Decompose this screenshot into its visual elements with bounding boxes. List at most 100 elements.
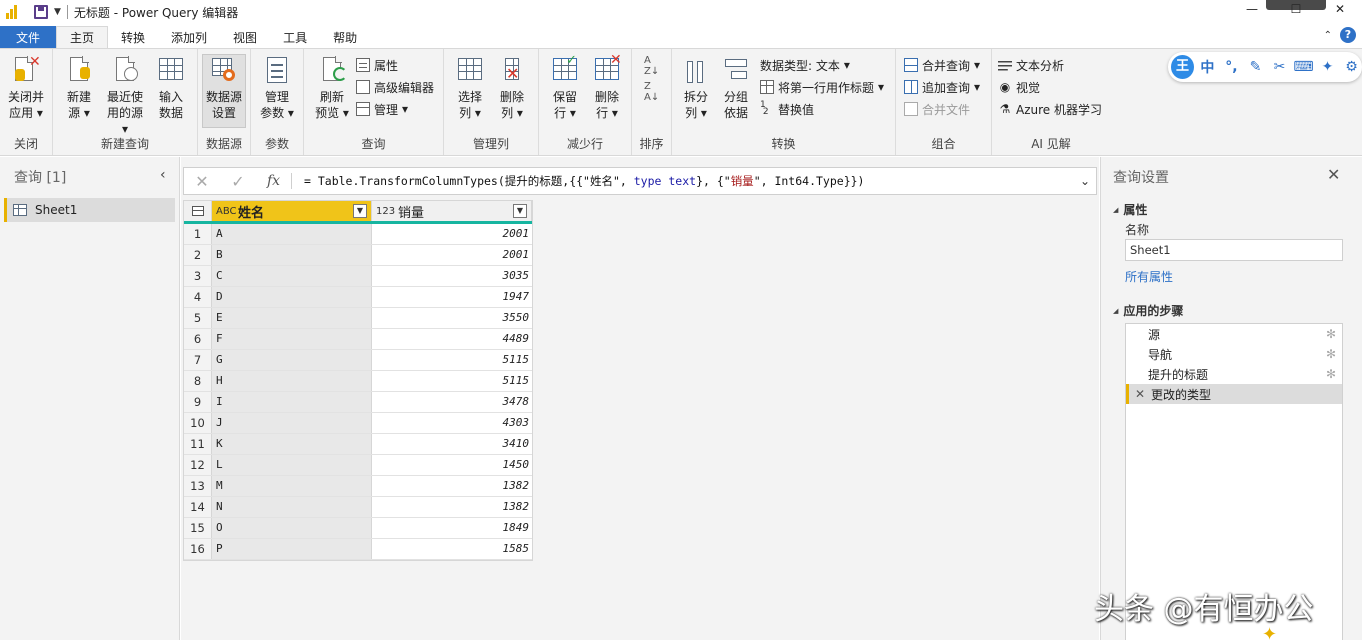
vision-button[interactable]: ◉ 视觉 — [998, 77, 1040, 97]
ime-skin-icon[interactable]: ✦ — [1317, 59, 1338, 75]
confirm-formula-icon[interactable]: ✓ — [220, 172, 256, 191]
refresh-preview-button[interactable]: 刷新 预览 ▾ — [310, 55, 354, 121]
type-text-icon[interactable]: ABC — [216, 206, 237, 217]
recent-sources-button[interactable]: 最近使 用的源 ▾ — [103, 55, 147, 137]
cell-name[interactable]: O — [212, 518, 372, 538]
enter-data-button[interactable]: 输入 数据 — [149, 55, 193, 121]
cell-sales[interactable]: 1450 — [372, 455, 532, 475]
cell-sales[interactable]: 4303 — [372, 413, 532, 433]
ime-settings-icon[interactable]: ⚙ — [1341, 59, 1362, 75]
combine-files-button[interactable]: 合并文件 — [904, 99, 970, 119]
table-menu-button[interactable] — [184, 201, 212, 221]
table-row[interactable]: 9 I 3478 — [184, 392, 532, 413]
tab-home[interactable]: 主页 — [56, 26, 109, 48]
replace-values-button[interactable]: 1 2 替换值 — [760, 99, 814, 119]
split-column-button[interactable]: 拆分 列 ▾ — [674, 55, 718, 121]
table-row[interactable]: 5 E 3550 — [184, 308, 532, 329]
cell-name[interactable]: F — [212, 329, 372, 349]
maximize-icon[interactable]: ☐ — [1286, 2, 1306, 20]
step-settings-icon[interactable]: ✻ — [1326, 367, 1336, 381]
ime-keyboard-icon[interactable]: ⌨ — [1293, 59, 1314, 75]
table-row[interactable]: 1 A 2001 — [184, 224, 532, 245]
cell-sales[interactable]: 5115 — [372, 371, 532, 391]
cell-name[interactable]: I — [212, 392, 372, 412]
cell-sales[interactable]: 3410 — [372, 434, 532, 454]
ime-logo-icon[interactable]: 王 — [1171, 55, 1194, 79]
step-navigation[interactable]: 导航 ✻ — [1126, 344, 1342, 364]
table-row[interactable]: 7 G 5115 — [184, 350, 532, 371]
step-changed-type[interactable]: ✕ 更改的类型 — [1126, 384, 1342, 404]
minimize-icon[interactable]: — — [1242, 2, 1262, 20]
close-settings-icon[interactable]: ✕ — [1327, 165, 1340, 184]
table-row[interactable]: 6 F 4489 — [184, 329, 532, 350]
cell-sales[interactable]: 3550 — [372, 308, 532, 328]
table-row[interactable]: 12 L 1450 — [184, 455, 532, 476]
table-row[interactable]: 14 N 1382 — [184, 497, 532, 518]
cell-name[interactable]: P — [212, 539, 372, 559]
cell-name[interactable]: L — [212, 455, 372, 475]
cell-sales[interactable]: 1947 — [372, 287, 532, 307]
cancel-formula-icon[interactable]: ✕ — [184, 172, 220, 191]
cell-sales[interactable]: 3035 — [372, 266, 532, 286]
choose-columns-button[interactable]: 选择 列 ▾ — [448, 55, 492, 121]
query-item-sheet1[interactable]: Sheet1 — [4, 198, 175, 222]
tab-view[interactable]: 视图 — [220, 26, 270, 48]
expand-formula-icon[interactable]: ⌄ — [1080, 174, 1090, 188]
table-row[interactable]: 8 H 5115 — [184, 371, 532, 392]
collapse-ribbon-icon[interactable]: ⌃ — [1324, 30, 1332, 41]
advanced-editor-button[interactable]: 高级编辑器 — [356, 77, 434, 97]
merge-queries-button[interactable]: 合并查询 ▾ — [904, 55, 980, 75]
first-row-header-button[interactable]: 将第一行用作标题 ▾ — [760, 77, 884, 97]
group-by-button[interactable]: 分组 依据 — [714, 55, 758, 121]
table-row[interactable]: 2 B 2001 — [184, 245, 532, 266]
cell-name[interactable]: A — [212, 224, 372, 244]
cell-sales[interactable]: 5115 — [372, 350, 532, 370]
tab-transform[interactable]: 转换 — [108, 26, 158, 48]
cell-name[interactable]: M — [212, 476, 372, 496]
sort-descending-icon[interactable]: Z A↓ — [644, 81, 659, 103]
save-icon[interactable] — [34, 5, 48, 19]
cell-name[interactable]: N — [212, 497, 372, 517]
cell-name[interactable]: H — [212, 371, 372, 391]
filter-dropdown-icon[interactable]: ▼ — [353, 204, 367, 218]
step-settings-icon[interactable]: ✻ — [1326, 347, 1336, 361]
cell-name[interactable]: C — [212, 266, 372, 286]
cell-sales[interactable]: 2001 — [372, 245, 532, 265]
sort-ascending-icon[interactable]: A Z↓ — [644, 55, 659, 77]
fx-icon[interactable]: fx — [256, 173, 292, 189]
cell-name[interactable]: E — [212, 308, 372, 328]
cell-sales[interactable]: 1585 — [372, 539, 532, 559]
ime-tools-icon[interactable]: ✂ — [1269, 59, 1290, 75]
delete-step-icon[interactable]: ✕ — [1129, 387, 1151, 401]
table-row[interactable]: 3 C 3035 — [184, 266, 532, 287]
query-name-input[interactable]: Sheet1 — [1125, 239, 1343, 261]
manage-query-button[interactable]: 管理 ▾ — [356, 99, 408, 119]
formula-text[interactable]: = Table.TransformColumnTypes(提升的标题,{{"姓名… — [304, 173, 864, 189]
tab-add-column[interactable]: 添加列 — [158, 26, 220, 48]
cell-name[interactable]: J — [212, 413, 372, 433]
properties-button[interactable]: 属性 — [356, 55, 398, 75]
cell-name[interactable]: B — [212, 245, 372, 265]
table-row[interactable]: 11 K 3410 — [184, 434, 532, 455]
data-type-dropdown[interactable]: 数据类型: 文本 ▾ — [760, 55, 850, 75]
help-icon[interactable]: ? — [1340, 27, 1356, 43]
quick-access-dropdown-icon[interactable]: ▼ — [54, 7, 61, 17]
tab-file[interactable]: 文件 — [0, 26, 56, 48]
cell-sales[interactable]: 3478 — [372, 392, 532, 412]
text-analytics-button[interactable]: 文本分析 — [998, 55, 1064, 75]
ime-chinese-mode[interactable]: 中 — [1197, 57, 1218, 77]
datasource-settings-button[interactable]: 数据源 设置 — [202, 54, 246, 128]
tab-tools[interactable]: 工具 — [270, 26, 320, 48]
keep-rows-button[interactable]: ✓ 保留 行 ▾ — [543, 53, 587, 121]
cell-sales[interactable]: 1382 — [372, 476, 532, 496]
tab-help[interactable]: 帮助 — [320, 26, 370, 48]
column-header-name[interactable]: ABC 姓名 ▼ — [212, 201, 372, 221]
table-row[interactable]: 16 P 1585 — [184, 539, 532, 560]
table-row[interactable]: 10 J 4303 — [184, 413, 532, 434]
column-header-sales[interactable]: 123 销量 ▼ — [372, 201, 532, 221]
azure-ml-button[interactable]: ⚗ Azure 机器学习 — [998, 99, 1102, 119]
cell-name[interactable]: K — [212, 434, 372, 454]
cell-name[interactable]: D — [212, 287, 372, 307]
type-number-icon[interactable]: 123 — [376, 206, 395, 217]
remove-rows-button[interactable]: ✕ 删除 行 ▾ — [585, 53, 629, 121]
